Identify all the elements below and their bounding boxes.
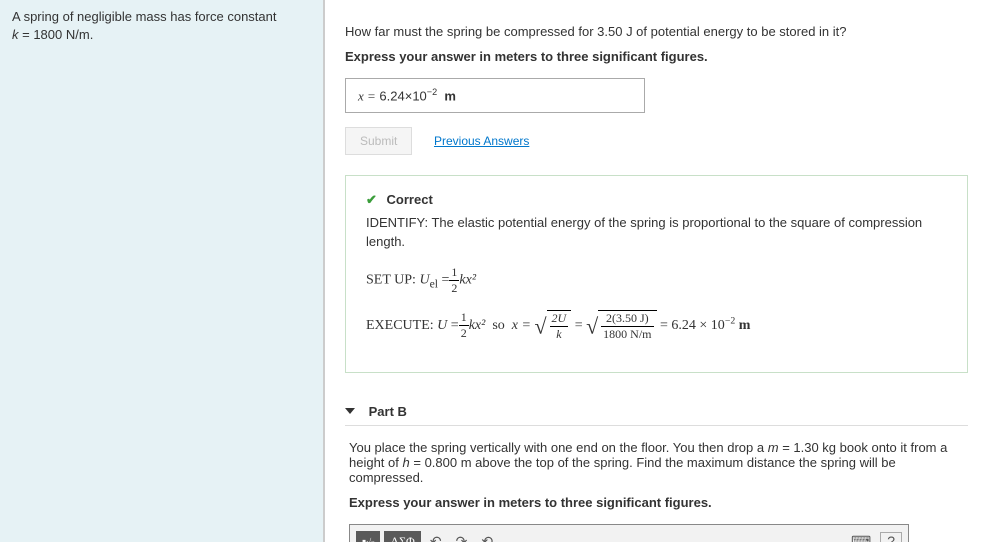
given-period: . [90, 27, 94, 42]
submit-button: Submit [345, 127, 412, 155]
setup-line: SET UP: Uel =12kx² [366, 265, 947, 296]
part-b-instruction: Express your answer in meters to three s… [349, 495, 964, 510]
identify-text: IDENTIFY: The elastic potential energy o… [366, 214, 947, 250]
equation-toolbar: ▪√▫ ΑΣΦ ↶ ↷ ⟲ ⌨ ? [350, 525, 908, 542]
undo-icon[interactable]: ↶ [425, 529, 447, 542]
answer-exponent: −2 [427, 87, 437, 97]
answer-value: 6.24×10 [379, 88, 426, 103]
part-a-instruction: Express your answer in meters to three s… [345, 49, 968, 64]
problem-given-panel: A spring of negligible mass has force co… [0, 0, 325, 542]
k-variable: k [12, 27, 19, 42]
part-a-answer-box: x = 6.24×10−2 m [345, 78, 645, 113]
part-b-label: Part B [369, 404, 407, 419]
execute-line: EXECUTE: U =12kx² so x = √2Uk = √2(3.50 … [366, 310, 947, 342]
greek-button[interactable]: ΑΣΦ [384, 531, 420, 542]
question-panel: How far must the spring be compressed fo… [325, 0, 988, 542]
k-value: = 1800 N/m [22, 27, 90, 42]
keyboard-icon[interactable]: ⌨ [846, 529, 876, 542]
check-icon: ✔ [366, 192, 377, 207]
part-b-input-box: ▪√▫ ΑΣΦ ↶ ↷ ⟲ ⌨ ? d = m [349, 524, 909, 542]
caret-down-icon [345, 408, 355, 414]
redo-icon[interactable]: ↷ [451, 529, 473, 542]
part-b-body: You place the spring vertically with one… [345, 440, 968, 542]
part-b-header[interactable]: Part B [345, 397, 968, 426]
given-text: A spring of negligible mass has force co… [12, 9, 276, 24]
part-a-question: How far must the spring be compressed fo… [345, 24, 968, 39]
correct-label: Correct [387, 192, 433, 207]
button-row: Submit Previous Answers [345, 127, 968, 155]
templates-button[interactable]: ▪√▫ [356, 531, 380, 542]
part-b-question: You place the spring vertically with one… [349, 440, 964, 485]
reset-icon[interactable]: ⟲ [476, 529, 498, 542]
feedback-box: ✔ Correct IDENTIFY: The elastic potentia… [345, 175, 968, 372]
answer-variable: x = [358, 88, 376, 103]
help-icon[interactable]: ? [880, 532, 902, 542]
answer-unit: m [444, 88, 456, 103]
previous-answers-link[interactable]: Previous Answers [434, 134, 529, 148]
